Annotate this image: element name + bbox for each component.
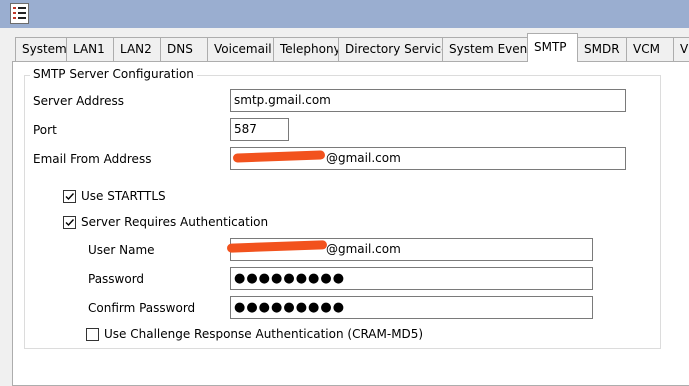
- port-field[interactable]: 587: [230, 118, 289, 141]
- cram-md5-label: Use Challenge Response Authentication (C…: [104, 327, 424, 341]
- tab-directory-services[interactable]: Directory Services: [338, 37, 443, 61]
- user-name-label: User Name: [88, 243, 155, 257]
- tab-telephony[interactable]: Telephony: [273, 37, 339, 61]
- use-starttls-checkbox[interactable]: [63, 190, 76, 203]
- password-field[interactable]: ●●●●●●●●●: [230, 267, 593, 290]
- tab-overflow[interactable]: V: [673, 37, 689, 61]
- tab-lan2[interactable]: LAN2: [113, 37, 161, 61]
- tab-system-events[interactable]: System Events: [442, 37, 528, 61]
- cram-md5-checkbox[interactable]: [86, 328, 99, 341]
- tab-system[interactable]: System: [15, 37, 67, 61]
- confirm-password-field[interactable]: ●●●●●●●●●: [230, 296, 593, 319]
- group-title: SMTP Server Configuration: [30, 67, 197, 82]
- port-label: Port: [33, 123, 57, 137]
- tab-smtp[interactable]: SMTP: [527, 33, 578, 62]
- confirm-password-label: Confirm Password: [88, 301, 196, 315]
- checklist-icon[interactable]: [10, 3, 29, 24]
- requires-auth-checkbox[interactable]: [63, 216, 76, 229]
- title-bar: [0, 0, 689, 28]
- server-address-label: Server Address: [33, 94, 124, 108]
- use-starttls-label: Use STARTTLS: [81, 189, 166, 203]
- tab-voicemail[interactable]: Voicemail: [207, 37, 274, 61]
- password-label: Password: [88, 272, 145, 286]
- server-address-field[interactable]: smtp.gmail.com: [230, 89, 626, 112]
- tab-smdr[interactable]: SMDR: [577, 37, 627, 61]
- tab-dns[interactable]: DNS: [160, 37, 208, 61]
- email-from-label: Email From Address: [33, 152, 152, 166]
- tab-vcm[interactable]: VCM: [626, 37, 674, 61]
- tab-strip: System LAN1 LAN2 DNS Voicemail Telephony…: [0, 28, 689, 63]
- requires-auth-label: Server Requires Authentication: [81, 215, 269, 229]
- tab-lan1[interactable]: LAN1: [66, 37, 114, 61]
